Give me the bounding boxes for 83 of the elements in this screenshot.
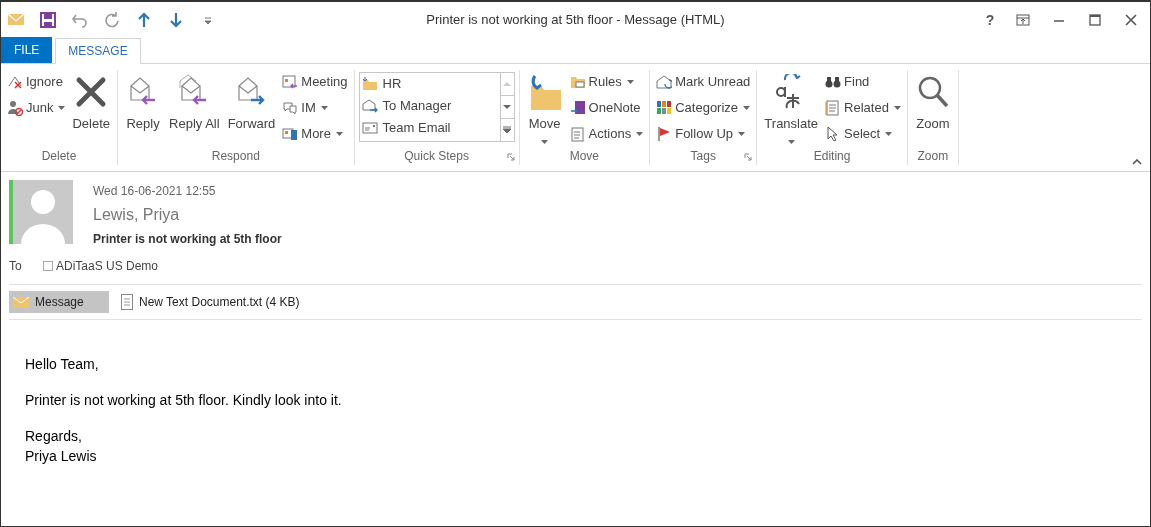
- collapse-ribbon-icon[interactable]: [1132, 159, 1142, 165]
- dropdown-caret-icon: [58, 106, 66, 110]
- ribbon-button[interactable]: More: [282, 124, 348, 144]
- document-list-icon: [569, 126, 586, 142]
- dropdown-caret-icon: [335, 132, 343, 136]
- ribbon-button[interactable]: Translate: [761, 70, 822, 144]
- ribbon-button[interactable]: Select: [825, 124, 901, 144]
- folder-icon: [361, 76, 378, 92]
- ribbon-button[interactable]: IM: [282, 98, 348, 118]
- dropdown-caret-icon: [626, 80, 634, 84]
- checkbox-icon: [43, 261, 53, 271]
- down-arrow-icon[interactable]: [167, 11, 185, 29]
- envelope-arrow-icon: [361, 98, 378, 114]
- quick-step-item[interactable]: To Manager: [361, 95, 500, 117]
- group-label: Editing: [813, 148, 851, 165]
- quick-step-item[interactable]: Team Email: [361, 117, 500, 139]
- ribbon-button[interactable]: Follow Up: [656, 124, 751, 144]
- ribbon-button[interactable]: Forward: [224, 70, 279, 132]
- envelope-read-icon: [656, 74, 673, 90]
- envelope-icon: [13, 296, 29, 308]
- dropdown-caret-icon: [738, 132, 745, 136]
- dropdown-caret-icon: [636, 132, 644, 136]
- to-label: To: [9, 258, 23, 275]
- help-button[interactable]: ?: [982, 9, 998, 31]
- body-paragraph: Hello Team,: [25, 355, 100, 374]
- ribbon-button[interactable]: Move: [523, 70, 566, 144]
- save-icon[interactable]: [39, 11, 57, 29]
- dialog-launcher-icon[interactable]: [744, 153, 753, 161]
- group-label: Delete: [41, 148, 77, 165]
- maximize-icon[interactable]: [1088, 13, 1102, 27]
- ignore-icon: [7, 74, 23, 90]
- dropdown-caret-icon: [885, 132, 893, 136]
- subject: Printer is not working at 5th floor: [93, 231, 282, 248]
- dropdown-caret-icon: [541, 140, 549, 144]
- group-label: Zoom: [917, 148, 949, 165]
- ribbon-button[interactable]: Related: [825, 98, 901, 118]
- ribbon-button[interactable]: Junk: [7, 98, 66, 118]
- message-tab[interactable]: Message: [9, 291, 109, 313]
- ribbon-display-icon[interactable]: [1016, 13, 1030, 27]
- ribbon-button[interactable]: Reply All: [166, 70, 223, 132]
- recipient[interactable]: ADiTaaS US Demo: [56, 257, 159, 275]
- window-title: Printer is not working at 5th floor - Message (HTML): [426, 11, 725, 30]
- document-icon: [825, 100, 842, 116]
- binoculars-icon: [825, 74, 842, 90]
- redo-icon[interactable]: [103, 11, 121, 29]
- ribbon-button[interactable]: Rules: [569, 72, 644, 92]
- device-icon: [282, 126, 299, 142]
- card-icon: [361, 120, 378, 136]
- chat-icon: [282, 100, 299, 116]
- dropdown-caret-icon: [893, 106, 901, 110]
- group-label: Move: [569, 148, 600, 165]
- calendar-icon: [282, 74, 299, 90]
- sender-name: Lewis, Priya: [93, 205, 181, 225]
- ribbon-button[interactable]: Mark Unread: [656, 72, 751, 92]
- ribbon-button[interactable]: Categorize: [656, 98, 751, 118]
- file-tab[interactable]: FILE: [1, 37, 53, 63]
- ribbon-button[interactable]: Delete: [69, 70, 114, 132]
- ribbon-button[interactable]: Ignore: [7, 72, 66, 92]
- group-label: Respond: [211, 148, 260, 165]
- dropdown-caret-icon: [787, 140, 795, 144]
- group-label: Quick Steps: [404, 148, 469, 165]
- people-block-icon: [7, 100, 23, 116]
- notebook-icon: [569, 100, 586, 116]
- ribbon-button[interactable]: Find: [825, 72, 901, 92]
- attachment-item[interactable]: New Text Document.txt (4 KB): [117, 291, 304, 313]
- body-paragraph: Regards, Priya Lewis: [25, 427, 98, 466]
- folder-rules-icon: [569, 74, 586, 90]
- close-icon[interactable]: [1124, 13, 1138, 27]
- quick-step-item[interactable]: HR: [361, 73, 500, 95]
- body-paragraph: Printer is not working at 5th floor. Kindly look into it.: [25, 391, 343, 410]
- ribbon-button[interactable]: Actions: [569, 124, 644, 144]
- ribbon-button[interactable]: Reply: [122, 70, 165, 132]
- dropdown-caret-icon: [743, 106, 751, 110]
- ribbon-button[interactable]: Meeting: [282, 72, 348, 92]
- sent-date: Wed 16-06-2021 12:55: [93, 183, 217, 200]
- group-label: Tags: [690, 148, 716, 165]
- dialog-launcher-icon[interactable]: [506, 153, 515, 161]
- document-icon: [121, 294, 133, 310]
- ribbon-button[interactable]: OneNote: [569, 98, 644, 118]
- color-grid-icon: [656, 100, 673, 116]
- ribbon-button[interactable]: Zoom: [911, 70, 954, 132]
- ribbon-tab[interactable]: MESSAGE: [55, 38, 141, 64]
- dropdown-caret-icon: [320, 106, 328, 110]
